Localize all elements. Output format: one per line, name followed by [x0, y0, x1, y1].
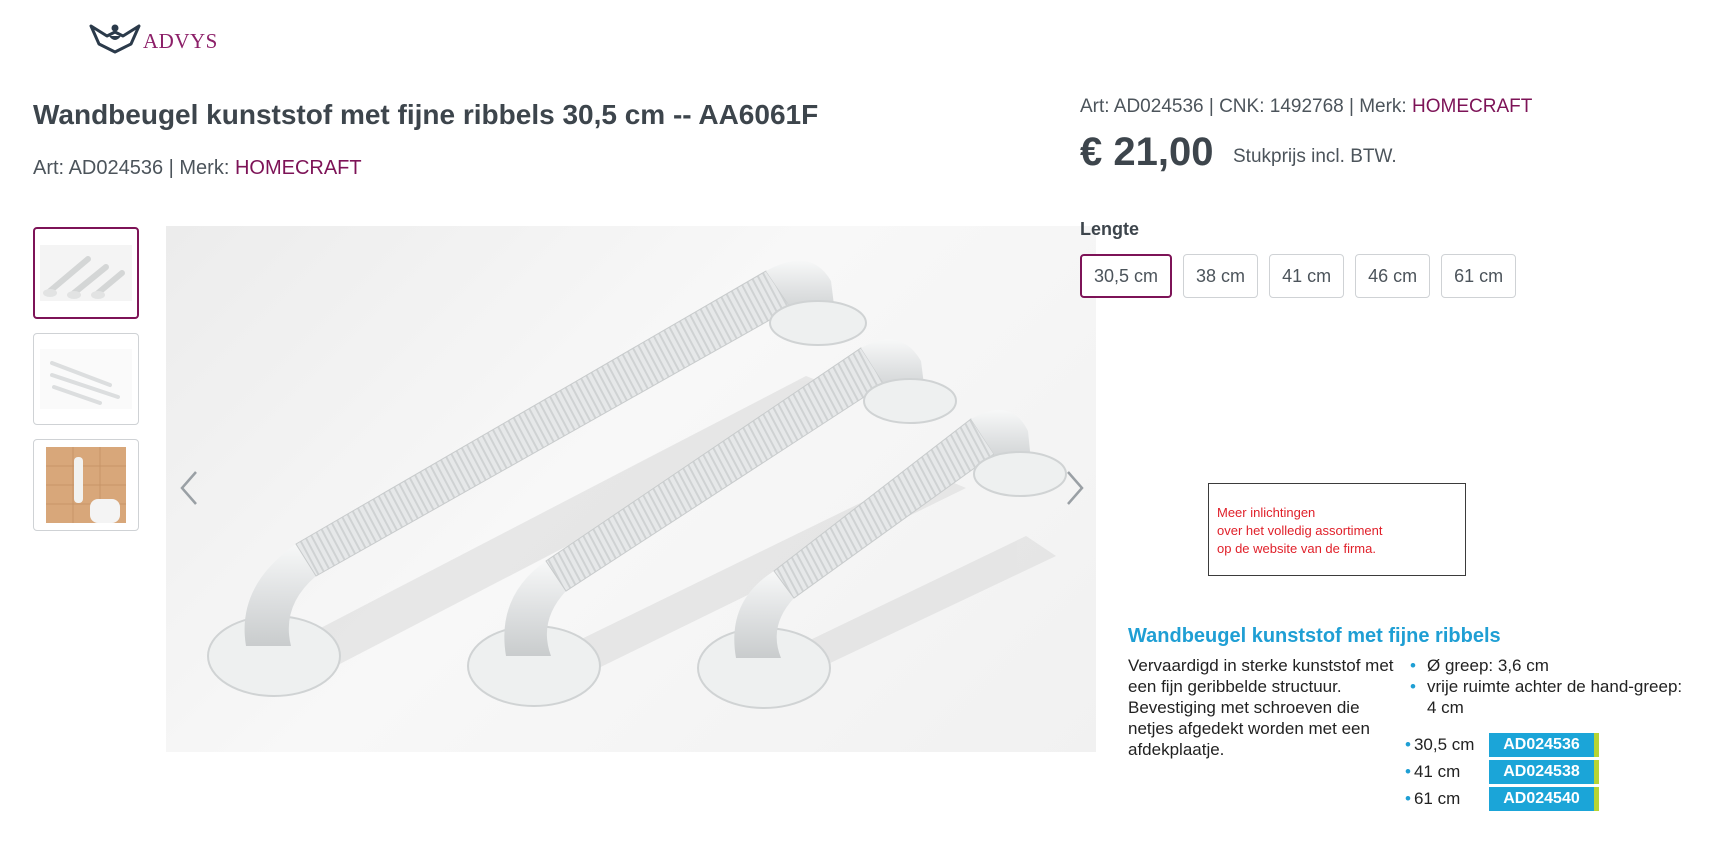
- product-article-line: Art: AD024536 | Merk: HOMECRAFT: [33, 157, 362, 180]
- thumbnail-1[interactable]: [33, 227, 139, 319]
- grab-bars-thumbnail-image: [40, 245, 132, 301]
- length-option-41[interactable]: 41 cm: [1269, 254, 1345, 298]
- catalog-title: Wandbeugel kunststof met fijne ribbels: [1128, 625, 1501, 647]
- length-options: 30,5 cm 38 cm 41 cm 46 cm 61 cm: [1080, 254, 1517, 298]
- spec-item: Ø greep: 3,6 cm: [1407, 655, 1687, 676]
- grab-bars-photo: [207, 260, 1067, 709]
- product-price: € 21,00: [1080, 130, 1214, 174]
- info-line-1: Meer inlichtingen: [1217, 505, 1316, 520]
- gallery-prev-button[interactable]: [178, 468, 202, 508]
- gallery-next-button[interactable]: [1062, 468, 1086, 508]
- article-code-list: • 30,5 cm AD024536 • 41 cm AD024538 • 61 cm…: [1405, 732, 1599, 813]
- thumbnail-3[interactable]: [33, 439, 139, 531]
- length-option-46[interactable]: 46 cm: [1355, 254, 1431, 298]
- catalog-description: Vervaardigd in sterke kunststof met een …: [1128, 656, 1394, 759]
- product-title: Wandbeugel kunststof met fijne ribbels 3…: [33, 99, 819, 130]
- info-line-3: op de website van de firma.: [1217, 541, 1376, 556]
- code-row: • 61 cm AD024540: [1405, 786, 1599, 812]
- length-label: Lengte: [1080, 219, 1140, 239]
- length-option-38[interactable]: 38 cm: [1183, 254, 1259, 298]
- length-option-61[interactable]: 61 cm: [1441, 254, 1517, 298]
- brand-link[interactable]: HOMECRAFT: [235, 157, 362, 179]
- thumbnail-2[interactable]: [33, 333, 139, 425]
- article-cnk-text: Art: AD024536 | CNK: 1492768 | Merk:: [1080, 96, 1412, 117]
- length-option-30-5[interactable]: 30,5 cm: [1080, 254, 1173, 298]
- article-number: Art: AD024536 | Merk:: [33, 157, 235, 179]
- grab-bar-wall-thumbnail-image: [46, 447, 126, 523]
- code-badge: AD024540: [1489, 787, 1599, 811]
- code-row: • 30,5 cm AD024536: [1405, 732, 1599, 758]
- price-note: Stukprijs incl. BTW.: [1233, 146, 1397, 167]
- code-row: • 41 cm AD024538: [1405, 759, 1599, 785]
- logo-text: ADVYS: [143, 28, 218, 53]
- catalog-specs: Ø greep: 3,6 cm vrije ruimte achter de h…: [1407, 655, 1687, 718]
- code-size: • 41 cm: [1405, 762, 1461, 781]
- thumbnail-list: [33, 227, 139, 545]
- main-product-image: [166, 226, 1096, 752]
- chevron-left-icon: [180, 471, 197, 505]
- code-badge: AD024538: [1489, 760, 1599, 784]
- code-badge: AD024536: [1489, 733, 1599, 757]
- product-meta-line: Art: AD024536 | CNK: 1492768 | Merk: HOM…: [1080, 96, 1532, 118]
- site-logo[interactable]: ADVYS: [89, 22, 218, 54]
- person-arms-raised-logo-icon: [89, 24, 141, 54]
- code-size: • 61 cm: [1405, 789, 1461, 808]
- code-size: • 30,5 cm: [1405, 735, 1475, 754]
- meta-brand-link[interactable]: HOMECRAFT: [1412, 96, 1532, 117]
- chevron-right-icon: [1067, 471, 1084, 505]
- more-info-box: Meer inlichtingen over het volledig asso…: [1208, 483, 1466, 576]
- info-line-2: over het volledig assortiment: [1217, 523, 1383, 538]
- spec-item: vrije ruimte achter de hand-greep: 4 cm: [1407, 676, 1687, 718]
- grab-bars-top-thumbnail-image: [40, 349, 132, 409]
